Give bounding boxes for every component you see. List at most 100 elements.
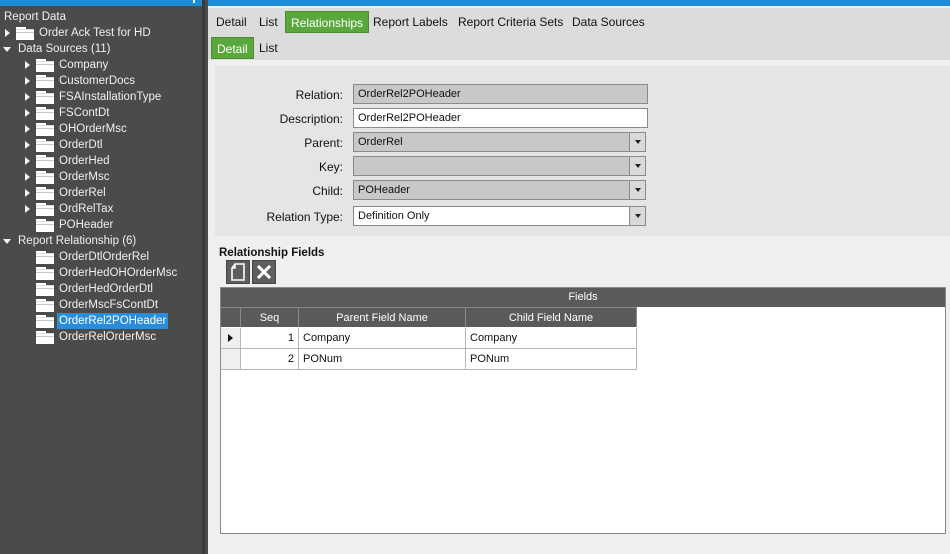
child-select[interactable]: POHeader xyxy=(353,180,646,200)
key-select[interactable] xyxy=(353,156,646,176)
tree-node-label[interactable]: OrdRelTax xyxy=(57,201,115,217)
relation-type-select[interactable]: Definition Only xyxy=(353,206,646,226)
tree-node[interactable]: OrderHed xyxy=(22,153,112,169)
tree-node[interactable]: OrderDtl xyxy=(22,137,104,153)
tree-node-label[interactable]: OrderMscFsContDt xyxy=(57,297,160,313)
expand-arrow-icon[interactable] xyxy=(22,121,32,137)
collapse-arrow-icon[interactable] xyxy=(2,233,12,249)
new-icon xyxy=(231,263,245,281)
tree-node[interactable]: OrderMsc xyxy=(22,169,111,185)
expand-arrow-icon[interactable] xyxy=(22,73,32,89)
expand-arrow-icon[interactable] xyxy=(22,89,32,105)
tree-node[interactable]: OrderRel2POHeader xyxy=(22,313,169,329)
tab-detail[interactable]: Detail xyxy=(211,11,252,33)
tab-report-criteria-sets[interactable]: Report Criteria Sets xyxy=(453,11,568,33)
tree-node[interactable]: CustomerDocs xyxy=(22,73,137,89)
cell-child-field[interactable]: PONum xyxy=(465,349,637,370)
tree-node-label[interactable]: Report Relationship (6) xyxy=(16,233,138,249)
subtab-list[interactable]: List xyxy=(254,37,283,59)
expand-arrow-icon[interactable] xyxy=(22,57,32,73)
cell-seq[interactable]: 2 xyxy=(240,349,298,370)
tree-node-label[interactable]: Company xyxy=(57,57,110,73)
tree-node-label[interactable]: POHeader xyxy=(57,217,115,233)
tree-node-label[interactable]: OrderRel xyxy=(57,185,108,201)
tab-report-labels[interactable]: Report Labels xyxy=(368,11,453,33)
cell-parent-field[interactable]: PONum xyxy=(298,349,465,370)
cell-child-field[interactable]: Company xyxy=(465,328,637,349)
tab-data-sources[interactable]: Data Sources xyxy=(567,11,650,33)
tree-node-label[interactable]: Data Sources (11) xyxy=(16,41,112,57)
tree-node-label[interactable]: OHOrderMsc xyxy=(57,121,129,137)
tree-node[interactable]: Data Sources (11) xyxy=(2,41,112,57)
tree-node[interactable]: Report Relationship (6) xyxy=(2,233,138,249)
pin-icon[interactable] xyxy=(193,0,195,3)
expand-arrow-icon[interactable] xyxy=(22,185,32,201)
row-selector[interactable] xyxy=(221,349,240,370)
expand-arrow-icon[interactable] xyxy=(22,137,32,153)
panel-splitter[interactable] xyxy=(202,0,205,554)
tab-list[interactable]: List xyxy=(254,11,283,33)
chevron-down-icon[interactable] xyxy=(629,157,645,175)
tree-node[interactable]: FSAInstallationType xyxy=(22,89,163,105)
tree-node-label[interactable]: OrderDtl xyxy=(57,137,104,153)
tree-node-label[interactable]: OrderRel2POHeader xyxy=(57,313,169,329)
tree-node-label[interactable]: Report Data xyxy=(2,9,68,25)
tree-node[interactable]: OrderMscFsContDt xyxy=(22,297,160,313)
expand-arrow-icon[interactable] xyxy=(22,153,32,169)
tree-node[interactable]: OrdRelTax xyxy=(22,201,115,217)
new-button[interactable] xyxy=(226,260,250,284)
current-row-icon xyxy=(228,334,233,342)
table-icon xyxy=(36,218,54,232)
parent-select[interactable]: OrderRel xyxy=(353,132,646,152)
tree-node[interactable]: Company xyxy=(22,57,110,73)
tree-node[interactable]: OrderRel xyxy=(22,185,108,201)
subtab-detail[interactable]: Detail xyxy=(211,37,254,59)
relation-icon xyxy=(36,298,54,312)
tab-relationships[interactable]: Relationships xyxy=(285,11,370,33)
collapse-arrow-icon[interactable] xyxy=(2,41,12,57)
tree-node-label[interactable]: OrderRelOrderMsc xyxy=(57,329,158,345)
tree-node[interactable]: POHeader xyxy=(22,217,115,233)
tree-node-label[interactable]: Order Ack Test for HD xyxy=(37,25,153,41)
chevron-down-icon[interactable] xyxy=(629,133,645,151)
cell-parent-field[interactable]: Company xyxy=(298,328,465,349)
child-label: Child: xyxy=(312,184,343,198)
column-header-seq[interactable]: Seq xyxy=(240,307,298,327)
tree-node-label[interactable]: FSContDt xyxy=(57,105,112,121)
relation-icon xyxy=(36,266,54,280)
tree-node[interactable]: OHOrderMsc xyxy=(22,121,129,137)
tree-node[interactable]: Report Data xyxy=(2,9,68,25)
expand-arrow-icon[interactable] xyxy=(22,169,32,185)
column-header-parent-field[interactable]: Parent Field Name xyxy=(298,307,465,327)
tree-node[interactable]: OrderDtlOrderRel xyxy=(22,249,151,265)
relation-icon xyxy=(36,282,54,296)
tree-node[interactable]: Order Ack Test for HD xyxy=(2,25,153,41)
expand-arrow-icon[interactable] xyxy=(22,105,32,121)
tree-node-label[interactable]: OrderMsc xyxy=(57,169,111,185)
expand-arrow-icon[interactable] xyxy=(22,201,32,217)
table-icon xyxy=(36,154,54,168)
tree-node[interactable]: FSContDt xyxy=(22,105,112,121)
column-header-child-field[interactable]: Child Field Name xyxy=(465,307,637,327)
delete-button[interactable] xyxy=(252,260,276,284)
chevron-down-icon[interactable] xyxy=(629,207,645,225)
description-field[interactable]: OrderRel2POHeader xyxy=(353,108,648,128)
tree-node[interactable]: OrderHedOHOrderMsc xyxy=(22,265,179,281)
chevron-down-icon[interactable] xyxy=(629,181,645,199)
tree-node[interactable]: OrderRelOrderMsc xyxy=(22,329,158,345)
tree-node-label[interactable]: CustomerDocs xyxy=(57,73,137,89)
tree-node-label[interactable]: OrderDtlOrderRel xyxy=(57,249,151,265)
tree-node-label[interactable]: FSAInstallationType xyxy=(57,89,163,105)
tree-node-label[interactable]: OrderHedOrderDtl xyxy=(57,281,155,297)
tree-node[interactable]: OrderHedOrderDtl xyxy=(22,281,155,297)
expand-arrow-icon[interactable] xyxy=(2,25,12,41)
row-selector-current[interactable] xyxy=(221,328,240,349)
cell-seq[interactable]: 1 xyxy=(240,328,298,349)
tree-node-label[interactable]: OrderHedOHOrderMsc xyxy=(57,265,179,281)
tree-node-label[interactable]: OrderHed xyxy=(57,153,112,169)
main-tab-bar: Detail List Relationships Report Labels … xyxy=(208,8,950,34)
